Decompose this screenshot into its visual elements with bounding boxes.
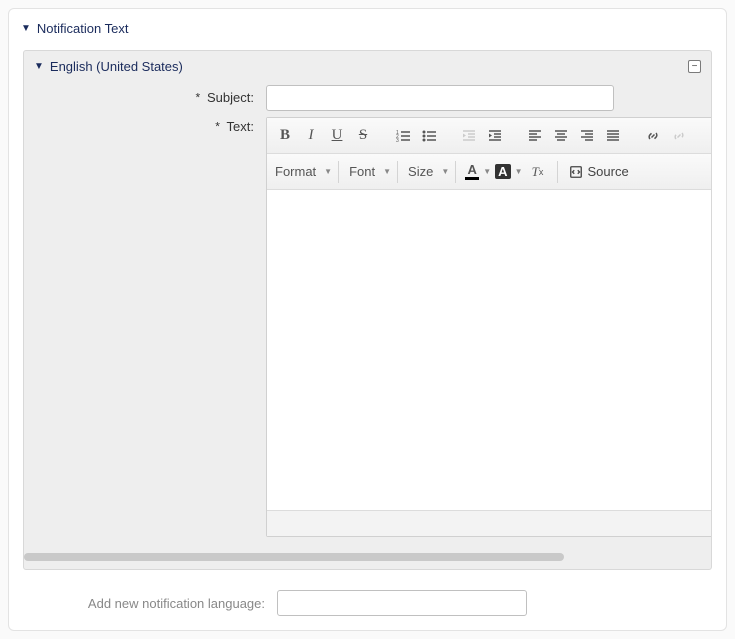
language-panel-title: English (United States)	[50, 59, 183, 74]
format-dropdown[interactable]: Format ▼	[267, 159, 336, 185]
subject-label-text: Subject:	[207, 90, 254, 105]
collapse-icon[interactable]: −	[688, 60, 701, 73]
toolbar-row-1: B I U S 123	[267, 118, 712, 154]
chevron-down-icon: ▼	[483, 167, 491, 176]
add-language-input[interactable]	[277, 590, 527, 616]
align-justify-button[interactable]	[600, 123, 626, 149]
panel-title: Notification Text	[37, 21, 129, 36]
text-color-button[interactable]: A ▼	[463, 159, 493, 185]
add-language-row: Add new notification language:	[19, 580, 716, 620]
size-dropdown[interactable]: Size ▼	[400, 159, 453, 185]
toolbar-row-2: Format ▼ Font ▼ Size ▼	[267, 154, 712, 190]
scrollbar-thumb[interactable]	[24, 553, 564, 561]
unlink-button[interactable]	[666, 123, 692, 149]
chevron-down-icon: ▼	[441, 167, 449, 176]
link-button[interactable]	[640, 123, 666, 149]
align-center-button[interactable]	[548, 123, 574, 149]
bold-button[interactable]: B	[272, 123, 298, 149]
language-panel: ▼ English (United States) − * Subject: *…	[23, 50, 712, 570]
font-dropdown[interactable]: Font ▼	[341, 159, 395, 185]
numbered-list-button[interactable]: 123	[390, 123, 416, 149]
source-button-label: Source	[587, 164, 628, 179]
subject-input[interactable]	[266, 85, 614, 111]
align-right-button[interactable]	[574, 123, 600, 149]
caret-down-icon: ▼	[34, 61, 44, 72]
size-dropdown-label: Size	[408, 164, 433, 179]
subject-label: * Subject:	[34, 82, 254, 111]
editor-footer	[267, 510, 712, 536]
remove-format-button[interactable]: Tx	[524, 159, 550, 185]
notification-text-panel: ▼ Notification Text ▼ English (United St…	[8, 8, 727, 631]
format-dropdown-label: Format	[275, 164, 316, 179]
font-dropdown-label: Font	[349, 164, 375, 179]
italic-button[interactable]: I	[298, 123, 324, 149]
horizontal-scrollbar[interactable]	[24, 553, 711, 563]
required-icon: *	[214, 121, 221, 135]
editor-container: B I U S 123	[266, 117, 712, 537]
text-label: * Text:	[34, 111, 254, 537]
panel-header[interactable]: ▼ Notification Text	[19, 15, 716, 50]
svg-text:3: 3	[396, 138, 399, 144]
chevron-down-icon: ▼	[515, 167, 523, 176]
text-label-text: Text:	[227, 119, 254, 134]
indent-button[interactable]	[482, 123, 508, 149]
required-icon: *	[194, 92, 201, 106]
add-language-label: Add new notification language:	[25, 596, 265, 611]
horizontal-rule-button[interactable]	[706, 123, 712, 149]
outdent-button[interactable]	[456, 123, 482, 149]
form-grid: * Subject: * Text: B I U	[24, 82, 711, 547]
chevron-down-icon: ▼	[383, 167, 391, 176]
editor-body[interactable]	[267, 190, 712, 510]
align-left-button[interactable]	[522, 123, 548, 149]
chevron-down-icon: ▼	[324, 167, 332, 176]
source-button[interactable]: Source	[565, 159, 632, 185]
caret-down-icon: ▼	[21, 23, 31, 34]
language-panel-header[interactable]: ▼ English (United States) −	[24, 51, 711, 82]
background-color-button[interactable]: A ▼	[493, 159, 524, 185]
strikethrough-button[interactable]: S	[350, 123, 376, 149]
rich-text-editor: B I U S 123	[266, 117, 712, 537]
bulleted-list-button[interactable]	[416, 123, 442, 149]
underline-button[interactable]: U	[324, 123, 350, 149]
